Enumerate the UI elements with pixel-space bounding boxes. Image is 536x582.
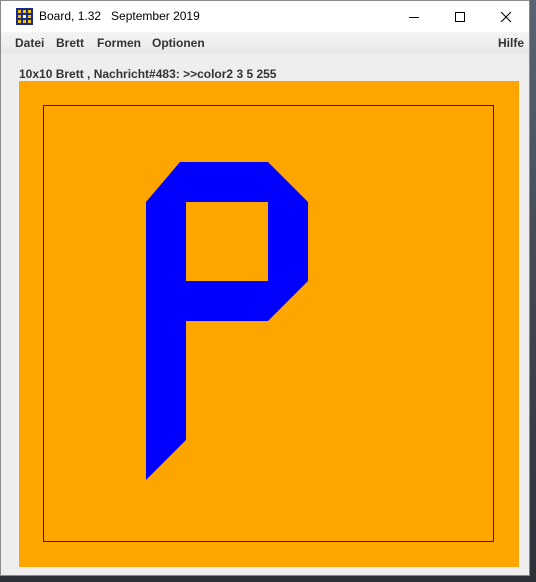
board-drawing [146, 162, 308, 480]
p-shape [146, 162, 308, 480]
menu-bar: Datei Brett Formen Optionen Hilfe [1, 32, 529, 54]
maximize-button[interactable] [437, 1, 483, 32]
menu-hilfe[interactable]: Hilfe [498, 36, 524, 50]
title-bar[interactable]: Board, 1.32 September 2019 [1, 1, 529, 32]
menu-optionen[interactable]: Optionen [152, 36, 205, 50]
board-canvas[interactable] [19, 81, 519, 567]
menu-brett[interactable]: Brett [56, 36, 84, 50]
minimize-button[interactable] [391, 1, 437, 32]
close-icon [500, 11, 512, 22]
minimize-icon [409, 16, 419, 18]
app-window: Board, 1.32 September 2019 Datei Brett F… [0, 0, 530, 576]
status-message: 10x10 Brett , Nachricht#483: >>color2 3 … [19, 67, 277, 81]
window-title: Board, 1.32 September 2019 [39, 9, 200, 23]
menu-datei[interactable]: Datei [15, 36, 44, 50]
menu-formen[interactable]: Formen [97, 36, 141, 50]
maximize-icon [455, 11, 465, 22]
content-area: 10x10 Brett , Nachricht#483: >>color2 3 … [1, 54, 529, 575]
close-button[interactable] [483, 1, 529, 32]
board-app-icon [16, 8, 33, 25]
